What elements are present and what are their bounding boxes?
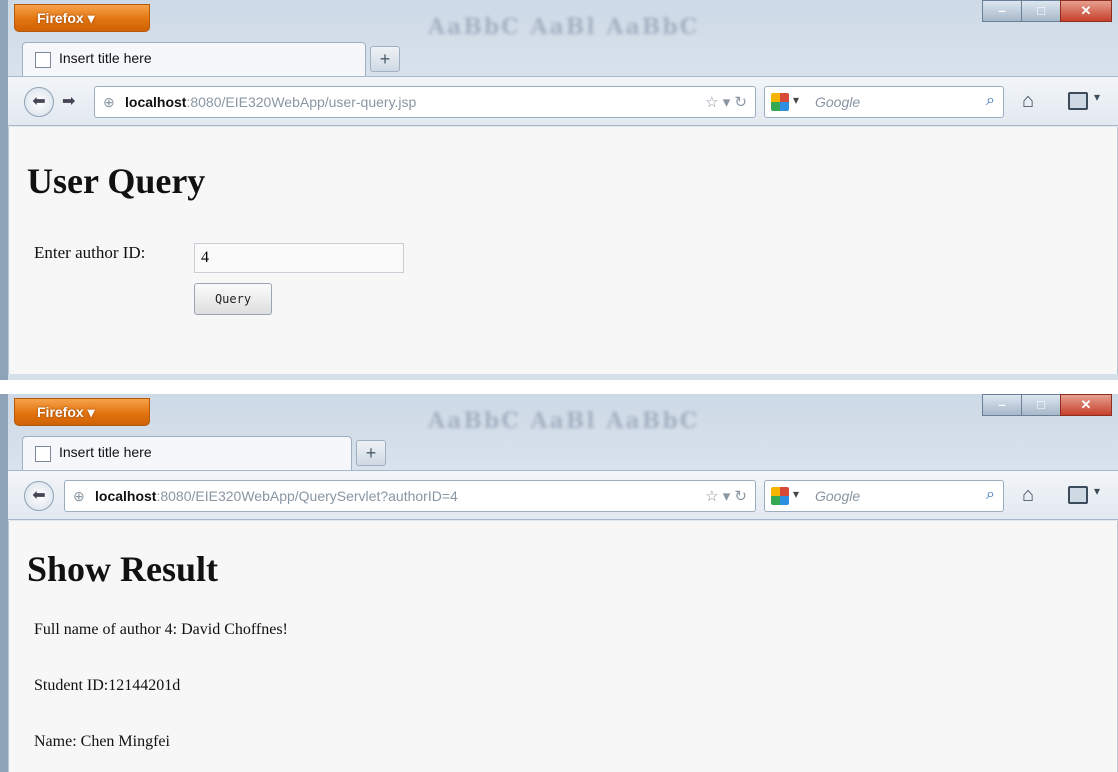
browser-window-result: Firefox ▾ AaBbC AaBl AaBbC – □ ✕ Insert … <box>0 394 1118 772</box>
firefox-menu-button[interactable]: Firefox ▾ <box>14 398 150 426</box>
search-bar[interactable]: ▾ Google ⌕ <box>764 480 1004 512</box>
home-icon[interactable]: ⌂ <box>1022 90 1034 113</box>
bookmark-star-reload[interactable]: ☆ ▾ ↻ <box>705 93 747 111</box>
url-path: :8080/EIE320WebApp/user-query.jsp <box>186 94 417 110</box>
url-host: localhost <box>125 94 187 110</box>
browser-window-query: Firefox ▾ AaBbC AaBl AaBbC – □ ✕ Insert … <box>0 0 1118 380</box>
title-bar: Firefox ▾ AaBbC AaBl AaBbC – □ ✕ <box>8 394 1118 434</box>
tab-title: Insert title here <box>59 50 152 66</box>
globe-icon: ⊕ <box>73 488 85 504</box>
screenshot-divider <box>0 380 1118 394</box>
back-button[interactable]: ⬅ <box>24 481 54 511</box>
tab-active[interactable]: Insert title here <box>22 42 366 76</box>
maximize-button[interactable]: □ <box>1021 394 1061 416</box>
author-id-label: Enter author ID: <box>34 243 146 262</box>
search-placeholder: Google <box>815 94 861 110</box>
tab-active[interactable]: Insert title here <box>22 436 352 470</box>
background-watermark: AaBbC AaBl AaBbC <box>428 14 700 40</box>
google-icon[interactable] <box>771 93 789 111</box>
url-bar[interactable]: ⊕ localhost:8080/EIE320WebApp/QueryServl… <box>64 480 756 512</box>
forward-button[interactable]: ➡ <box>62 91 75 111</box>
bookmarks-icon[interactable] <box>1068 486 1088 504</box>
firefox-menu-button[interactable]: Firefox ▾ <box>14 4 150 32</box>
search-icon[interactable]: ⌕ <box>986 486 995 504</box>
search-icon[interactable]: ⌕ <box>986 92 995 110</box>
home-icon[interactable]: ⌂ <box>1022 484 1034 507</box>
query-button[interactable]: Query <box>194 283 272 315</box>
window-controls: – □ ✕ <box>982 394 1112 416</box>
page-content: Show Result Full name of author 4: David… <box>8 521 1118 772</box>
bookmarks-dropdown-icon[interactable]: ▾ <box>1094 484 1100 498</box>
google-icon[interactable] <box>771 487 789 505</box>
bookmarks-dropdown-icon[interactable]: ▾ <box>1094 90 1100 104</box>
tab-title: Insert title here <box>59 444 152 460</box>
result-student-id: Student ID:12144201d <box>34 677 181 694</box>
bookmarks-icon[interactable] <box>1068 92 1088 110</box>
author-id-input[interactable] <box>194 243 404 273</box>
page-content: User Query Enter author ID: Query <box>8 127 1118 374</box>
engine-dropdown-icon[interactable]: ▾ <box>793 487 799 501</box>
result-author-name: Full name of author 4: David Choffnes! <box>34 621 288 638</box>
close-button[interactable]: ✕ <box>1060 0 1112 22</box>
back-button[interactable]: ⬅ <box>24 87 54 117</box>
search-bar[interactable]: ▾ Google ⌕ <box>764 86 1004 118</box>
globe-icon: ⊕ <box>103 94 115 110</box>
page-title: User Query <box>27 161 206 201</box>
minimize-button[interactable]: – <box>982 394 1022 416</box>
minimize-button[interactable]: – <box>982 0 1022 22</box>
maximize-button[interactable]: □ <box>1021 0 1061 22</box>
close-button[interactable]: ✕ <box>1060 394 1112 416</box>
navigation-bar: ⬅ ⊕ localhost:8080/EIE320WebApp/QuerySer… <box>8 470 1118 520</box>
page-title: Show Result <box>27 549 219 589</box>
page-icon <box>35 52 51 68</box>
search-placeholder: Google <box>815 488 861 504</box>
navigation-bar: ⬅ ➡ ⊕ localhost:8080/EIE320WebApp/user-q… <box>8 76 1118 126</box>
bookmark-star-reload[interactable]: ☆ ▾ ↻ <box>705 487 747 505</box>
new-tab-button[interactable]: + <box>356 440 386 466</box>
window-controls: – □ ✕ <box>982 0 1112 22</box>
result-name: Name: Chen Mingfei <box>34 733 170 750</box>
url-bar[interactable]: ⊕ localhost:8080/EIE320WebApp/user-query… <box>94 86 756 118</box>
background-watermark: AaBbC AaBl AaBbC <box>428 408 700 434</box>
title-bar: Firefox ▾ AaBbC AaBl AaBbC – □ ✕ <box>8 0 1118 40</box>
url-path: :8080/EIE320WebApp/QueryServlet?authorID… <box>156 488 458 504</box>
new-tab-button[interactable]: + <box>370 46 400 72</box>
url-host: localhost <box>95 488 157 504</box>
page-icon <box>35 446 51 462</box>
engine-dropdown-icon[interactable]: ▾ <box>793 93 799 107</box>
